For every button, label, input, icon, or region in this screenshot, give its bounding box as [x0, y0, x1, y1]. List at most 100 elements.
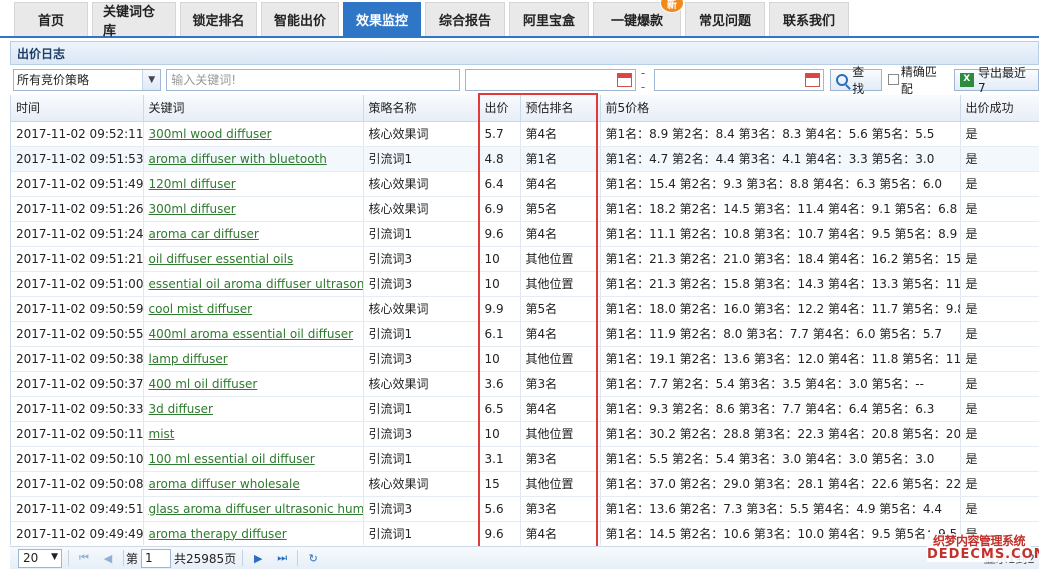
table-row[interactable]: 2017-11-02 09:50:55 400ml aroma essential… [11, 321, 1039, 347]
col-time[interactable]: 时间 [11, 95, 144, 122]
tab-effect-monitor[interactable]: 效果监控 [343, 2, 421, 36]
col-est-rank[interactable]: 预估排名 [520, 95, 601, 122]
table-row[interactable]: 2017-11-02 09:49:51 glass aroma diffuser … [11, 496, 1039, 522]
chevron-down-icon[interactable]: ▼ [51, 552, 58, 562]
chevron-down-icon[interactable]: ▼ [142, 69, 161, 90]
col-top5-price[interactable]: 前5价格 [600, 95, 961, 122]
keyword-cell: 100 ml essential oil diffuser [143, 446, 364, 472]
table-row[interactable]: 2017-11-02 09:51:24 aroma car diffuser 引流词… [11, 221, 1039, 247]
tab-ali-box[interactable]: 阿里宝盒 [509, 2, 589, 36]
exact-match-checkbox[interactable]: 精确匹配 [887, 63, 948, 97]
keyword-cell: cool mist diffuser [143, 296, 364, 322]
tab-lock-ranking[interactable]: 锁定排名 [180, 2, 257, 36]
table-row[interactable]: 2017-11-02 09:50:10 100 ml essential oil … [11, 446, 1039, 472]
bid-cell: 6.4 [479, 171, 521, 197]
tab-faq[interactable]: 常见问题 [685, 2, 765, 36]
keyword-link[interactable]: 400ml aroma essential oil diffuser [149, 327, 354, 341]
end-date-input[interactable] [654, 68, 825, 91]
success-cell: 是 [960, 346, 1039, 372]
keyword-input[interactable]: 输入关键词! [166, 68, 460, 91]
keyword-cell: aroma therapy diffuser [143, 521, 364, 545]
col-strategy[interactable]: 策略名称 [363, 95, 480, 122]
table-row[interactable]: 2017-11-02 09:51:00 essential oil aroma d… [11, 271, 1039, 297]
start-date-input[interactable] [464, 68, 636, 91]
tab-smart-bid[interactable]: 智能出价 [261, 2, 339, 36]
keyword-link[interactable]: mist [149, 427, 175, 441]
keyword-link[interactable]: 300ml diffuser [149, 202, 236, 216]
top5-price-cell: 第1名：9.3 第2名：8.6 第3名：7.7 第4名：6.4 第5名：6.3 [600, 396, 961, 422]
keyword-link[interactable]: essential oil aroma diffuser ultrasonic [149, 277, 363, 291]
keyword-link[interactable]: cool mist diffuser [149, 302, 253, 316]
bid-cell: 15 [479, 471, 521, 497]
first-page-icon[interactable]: ⏮ [75, 549, 93, 567]
success-cell: 是 [960, 196, 1039, 222]
prev-page-icon[interactable]: ◀ [99, 549, 117, 567]
keyword-link[interactable]: aroma diffuser wholesale [149, 477, 300, 491]
last-page-icon[interactable]: ⏭ [273, 549, 291, 567]
page-number-input[interactable]: 1 [141, 548, 172, 568]
col-bid-success[interactable]: 出价成功 [960, 95, 1039, 122]
table-header-row: 时间 关键词 策略名称 出价 预估排名 前5价格 出价成功 [11, 95, 1039, 122]
rank-cell: 第4名 [520, 171, 601, 197]
tab-one-click-hot[interactable]: 一键爆款 新 [593, 0, 684, 36]
bid-cell: 9.9 [479, 296, 521, 322]
rank-cell: 第4名 [520, 221, 601, 247]
calendar-icon[interactable] [616, 72, 632, 87]
keyword-cell: lamp diffuser [143, 346, 364, 372]
table-row[interactable]: 2017-11-02 09:50:11 mist 引流词3 10 其他位置 第1名：30.… [11, 421, 1039, 447]
strategy-select[interactable]: 所有竞价策略 ▼ [13, 68, 162, 91]
table-row[interactable]: 2017-11-02 09:50:59 cool mist diffuser 核心效… [11, 296, 1039, 322]
keyword-link[interactable]: 100 ml essential oil diffuser [149, 452, 315, 466]
time-cell: 2017-11-02 09:51:49 [11, 171, 144, 197]
top5-price-cell: 第1名：18.0 第2名：16.0 第3名：12.2 第4名：11.7 第5名：… [600, 296, 961, 322]
tab-keyword-warehouse[interactable]: 关键词仓库 [92, 2, 176, 39]
strategy-cell: 引流词3 [363, 421, 480, 447]
keyword-cell: 3d diffuser [143, 396, 364, 422]
success-cell: 是 [960, 121, 1039, 147]
strategy-cell: 引流词1 [363, 321, 480, 347]
table-row[interactable]: 2017-11-02 09:51:49 120ml diffuser 核心效果词 6.… [11, 171, 1039, 197]
table-row[interactable]: 2017-11-02 09:49:49 aroma therapy diffuse… [11, 521, 1039, 545]
keyword-link[interactable]: lamp diffuser [149, 352, 228, 366]
next-page-icon[interactable]: ▶ [249, 549, 267, 567]
time-cell: 2017-11-02 09:50:38 [11, 346, 144, 372]
keyword-link[interactable]: aroma therapy diffuser [149, 527, 287, 541]
page-size-select[interactable]: 20 ▼ [18, 548, 62, 568]
table-row[interactable]: 2017-11-02 09:51:53 aroma diffuser with b… [11, 146, 1039, 172]
table-row[interactable]: 2017-11-02 09:51:21 oil diffuser essentia… [11, 246, 1039, 272]
keyword-link[interactable]: 3d diffuser [149, 402, 213, 416]
rank-cell: 其他位置 [520, 346, 601, 372]
export-button[interactable]: 导出最近7 [954, 66, 1039, 95]
tab-report[interactable]: 综合报告 [425, 2, 505, 36]
table-row[interactable]: 2017-11-02 09:51:26 300ml diffuser 核心效果词 6.… [11, 196, 1039, 222]
checkbox-box[interactable] [887, 74, 899, 85]
tab-home[interactable]: 首页 [14, 2, 88, 36]
col-bid[interactable]: 出价 [479, 95, 521, 122]
divider [297, 550, 299, 566]
col-keyword[interactable]: 关键词 [143, 95, 364, 122]
table-row[interactable]: 2017-11-02 09:52:11 300ml wood diffuser 核心… [11, 121, 1039, 147]
keyword-link[interactable]: 120ml diffuser [149, 177, 236, 191]
new-badge: 新 [660, 0, 684, 13]
calendar-icon[interactable] [805, 72, 821, 87]
keyword-link[interactable]: glass aroma diffuser ultrasonic humid [149, 502, 363, 516]
keyword-link[interactable]: aroma diffuser with bluetooth [149, 152, 327, 166]
strategy-cell: 引流词1 [363, 146, 480, 172]
tab-contact[interactable]: 联系我们 [769, 2, 849, 36]
keyword-link[interactable]: oil diffuser essential oils [149, 252, 294, 266]
table-row[interactable]: 2017-11-02 09:50:08 aroma diffuser wholes… [11, 471, 1039, 497]
keyword-link[interactable]: aroma car diffuser [149, 227, 259, 241]
bid-log-table: 时间 关键词 策略名称 出价 预估排名 前5价格 出价成功 2017-11-02… [10, 95, 1039, 545]
table-row[interactable]: 2017-11-02 09:50:33 3d diffuser 引流词1 6.5 第4名… [11, 396, 1039, 422]
strategy-cell: 引流词3 [363, 271, 480, 297]
search-button[interactable]: 查找 [830, 65, 882, 96]
success-cell: 是 [960, 321, 1039, 347]
strategy-cell: 引流词1 [363, 221, 480, 247]
refresh-icon[interactable]: ↻ [304, 549, 322, 567]
table-row[interactable]: 2017-11-02 09:50:37 400 ml oil diffuser 核心… [11, 371, 1039, 397]
rank-cell: 其他位置 [520, 271, 601, 297]
table-row[interactable]: 2017-11-02 09:50:38 lamp diffuser 引流词3 10 其他… [11, 346, 1039, 372]
keyword-cell: 300ml wood diffuser [143, 121, 364, 147]
keyword-link[interactable]: 300ml wood diffuser [149, 127, 272, 141]
keyword-link[interactable]: 400 ml oil diffuser [149, 377, 258, 391]
